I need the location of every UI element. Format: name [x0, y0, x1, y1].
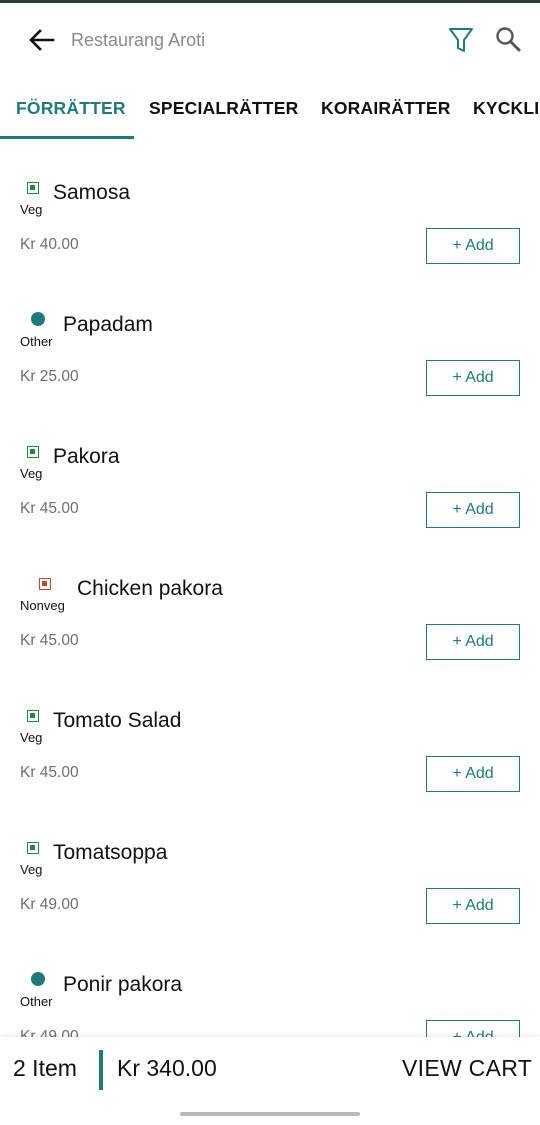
tab-korairatter[interactable]: KORAIRÄTTER — [321, 75, 451, 139]
view-cart-button[interactable]: VIEW CART — [402, 1055, 532, 1082]
add-button[interactable]: + Add — [426, 492, 520, 528]
app-header: Restaurang Aroti — [0, 3, 540, 75]
item-name: Tomato Salad — [53, 709, 182, 732]
menu-item: Veg Tomato Salad Kr 45.00 + Add — [0, 669, 540, 801]
item-name: Ponir pakora — [63, 973, 183, 996]
filter-button[interactable] — [446, 23, 476, 57]
food-type-label: Veg — [20, 730, 43, 745]
item-price: Kr 45.00 — [20, 632, 79, 649]
menu-item: Other Papadam Kr 25.00 + Add — [0, 273, 540, 405]
tab-specialratter[interactable]: SPECIALRÄTTER — [149, 75, 298, 139]
item-price: Kr 45.00 — [20, 500, 79, 517]
menu-item: Other Ponir pakora Kr 49.00 + Add — [0, 933, 540, 1037]
add-button[interactable]: + Add — [426, 360, 520, 396]
nonveg-icon — [39, 578, 51, 590]
item-price: Kr 25.00 — [20, 368, 79, 385]
item-name: Papadam — [63, 313, 153, 336]
item-name: Tomatsoppa — [53, 841, 168, 864]
food-type-label: Other — [20, 334, 53, 349]
veg-icon — [27, 182, 39, 194]
menu-item: Veg Tomatsoppa Kr 49.00 + Add — [0, 801, 540, 933]
food-type-label: Veg — [20, 202, 43, 217]
veg-icon — [27, 710, 39, 722]
item-price: Kr 40.00 — [20, 236, 79, 253]
add-button[interactable]: + Add — [426, 888, 520, 924]
item-name: Chicken pakora — [77, 577, 223, 600]
item-price: Kr 49.00 — [20, 1028, 79, 1037]
veg-icon — [27, 446, 39, 458]
other-type-icon — [31, 972, 45, 986]
veg-icon — [27, 842, 39, 854]
menu-item: Veg Pakora Kr 45.00 + Add — [0, 405, 540, 537]
funnel-icon — [449, 28, 473, 52]
cart-divider — [99, 1050, 103, 1090]
item-name: Pakora — [53, 445, 120, 468]
add-button[interactable]: + Add — [426, 228, 520, 264]
tab-kyckling[interactable]: KYCKLING — [473, 75, 540, 139]
cart-total: Kr 340.00 — [117, 1055, 217, 1081]
food-type-label: Other — [20, 994, 53, 1009]
menu-item: Veg Samosa Kr 40.00 + Add — [0, 141, 540, 273]
arrow-left-icon — [29, 29, 55, 51]
menu-list: Veg Samosa Kr 40.00 + Add Other Papadam … — [0, 141, 540, 1037]
add-button[interactable]: + Add — [426, 1020, 520, 1037]
home-indicator[interactable] — [180, 1112, 360, 1116]
item-price: Kr 45.00 — [20, 764, 79, 781]
active-tab-indicator — [0, 136, 134, 139]
other-type-icon — [31, 312, 45, 326]
add-button[interactable]: + Add — [426, 624, 520, 660]
add-button[interactable]: + Add — [426, 756, 520, 792]
cart-bar: 2 Item Kr 340.00 VIEW CART — [0, 1037, 540, 1101]
back-button[interactable] — [22, 23, 62, 57]
food-type-label: Veg — [20, 862, 43, 877]
tab-forratter[interactable]: FÖRRÄTTER — [16, 75, 126, 139]
search-icon — [496, 27, 521, 52]
category-tabs: FÖRRÄTTER SPECIALRÄTTER KORAIRÄTTER KYCK… — [0, 75, 540, 141]
cart-item-count: 2 Item — [13, 1055, 77, 1081]
food-type-label: Veg — [20, 466, 43, 481]
item-price: Kr 49.00 — [20, 896, 79, 913]
search-button[interactable] — [492, 23, 526, 57]
menu-item: Nonveg Chicken pakora Kr 45.00 + Add — [0, 537, 540, 669]
page-title: Restaurang Aroti — [71, 30, 206, 50]
item-name: Samosa — [53, 181, 131, 204]
food-type-label: Nonveg — [20, 598, 65, 613]
